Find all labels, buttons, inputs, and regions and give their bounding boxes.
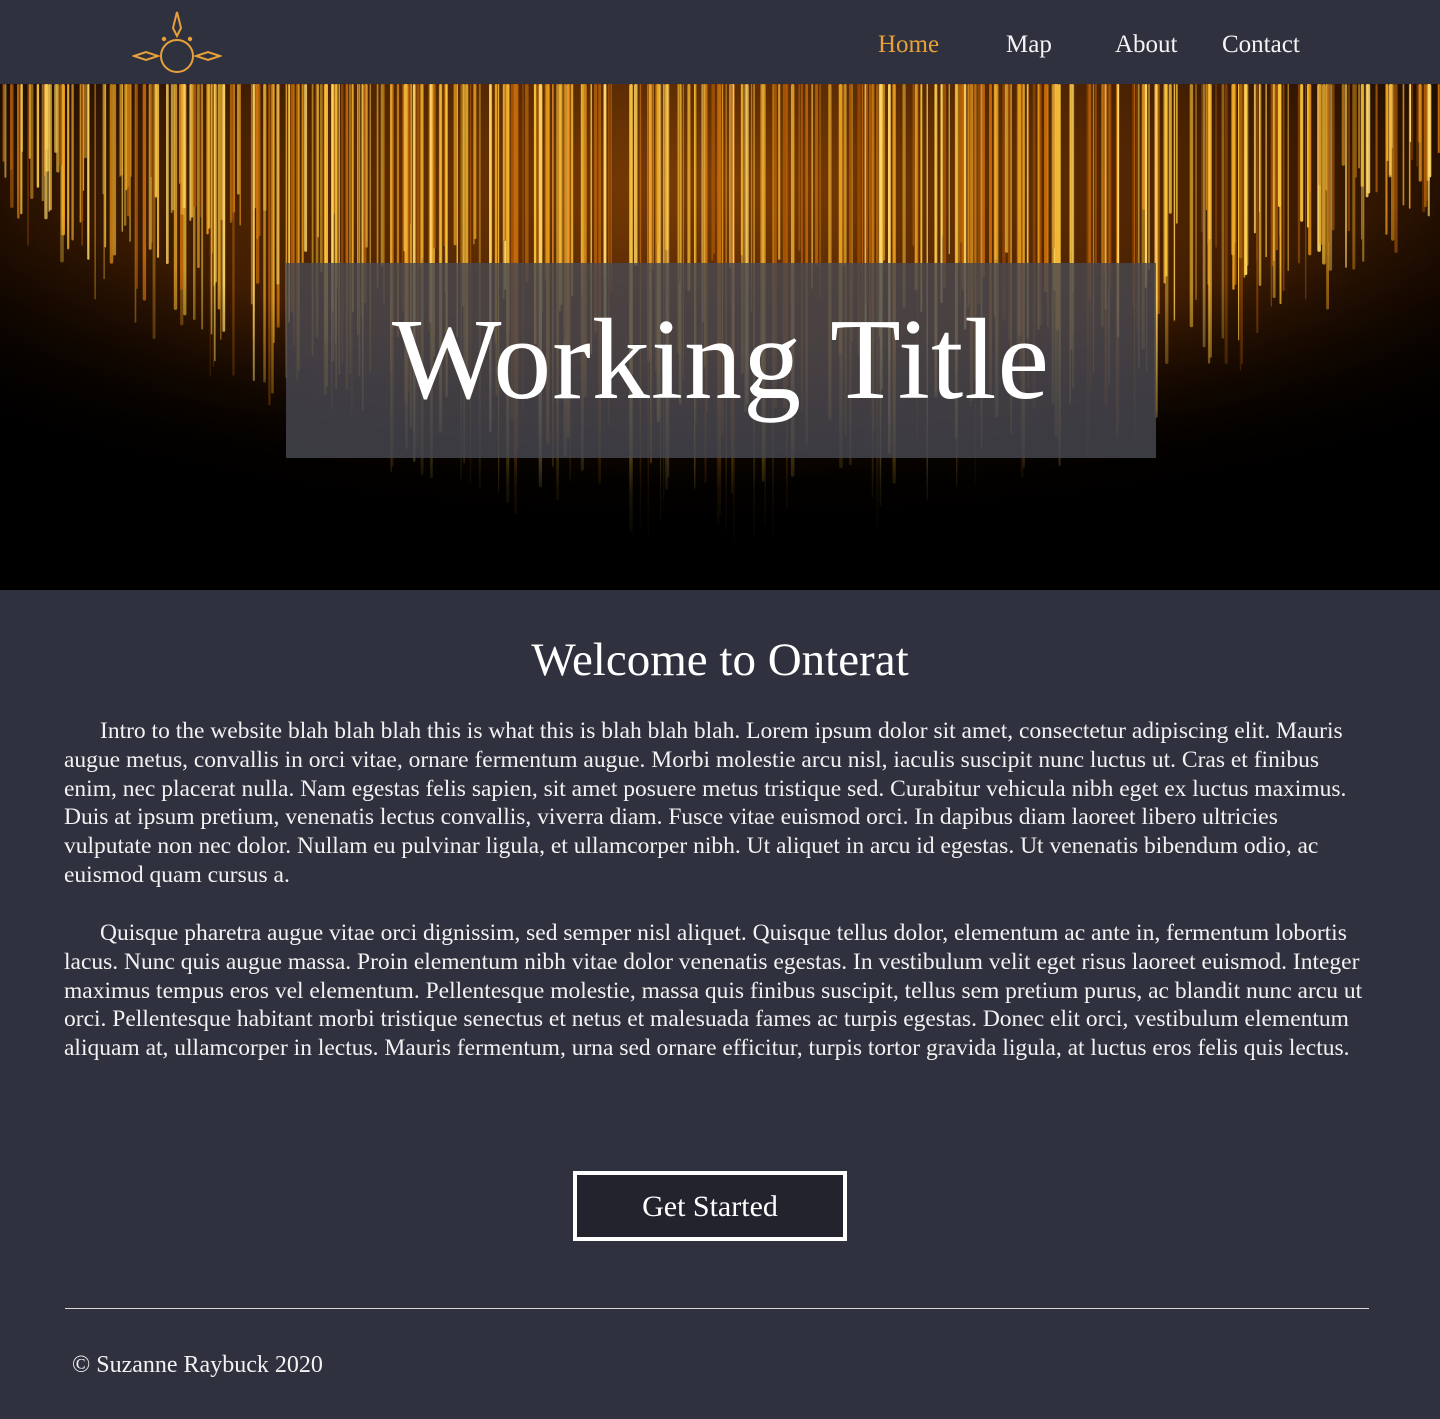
hero-title: Working Title: [392, 296, 1050, 424]
hero-title-panel: Working Title: [286, 263, 1156, 458]
hero-banner: Working Title: [0, 84, 1440, 590]
welcome-heading: Welcome to Onterat: [531, 634, 909, 686]
footer-divider: [65, 1308, 1369, 1309]
footer-copyright: © Suzanne Raybuck 2020: [72, 1352, 323, 1378]
intro-paragraph: Intro to the website blah blah blah this…: [64, 718, 1347, 888]
top-navigation-bar: Home Map About Contact: [0, 0, 1440, 84]
get-started-button[interactable]: Get Started: [573, 1171, 847, 1241]
second-paragraph: Quisque pharetra augue vitae orci dignis…: [64, 920, 1363, 1062]
nav-link-contact[interactable]: Contact: [1222, 28, 1300, 62]
nav-link-map[interactable]: Map: [1006, 28, 1052, 62]
nav-link-home[interactable]: Home: [878, 28, 939, 62]
nav-link-about[interactable]: About: [1115, 28, 1178, 62]
main-nav: Home Map About Contact: [0, 28, 1440, 64]
